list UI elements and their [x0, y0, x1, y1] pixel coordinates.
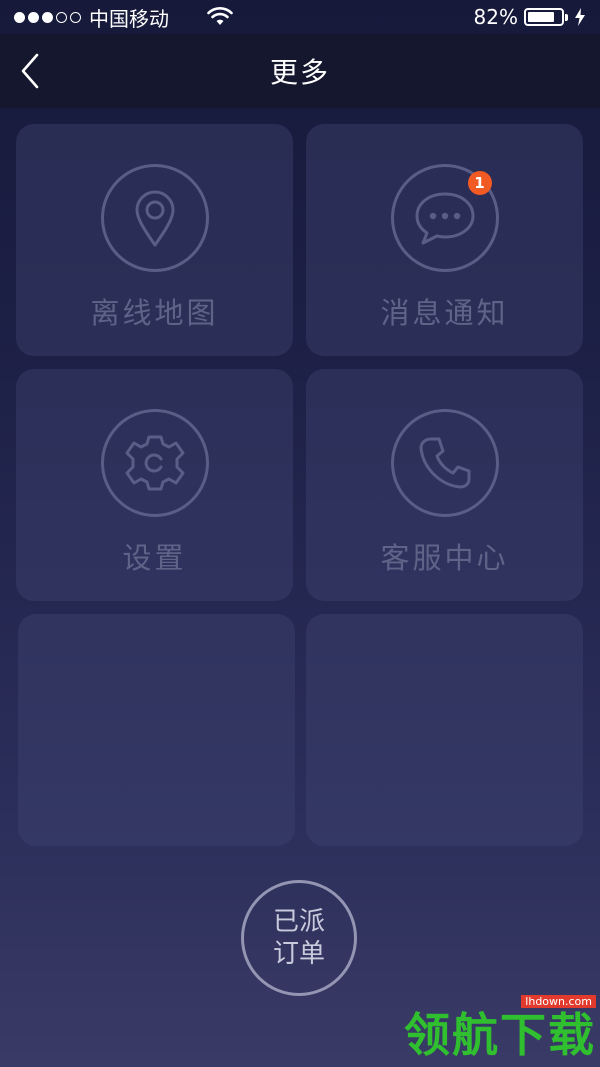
tile-settings[interactable]: 设置 [16, 369, 293, 601]
status-right: 82% [474, 5, 586, 29]
page-title: 更多 [269, 56, 330, 89]
map-pin-icon [135, 190, 174, 247]
tile-offline-map[interactable]: 离线地图 [16, 124, 293, 356]
status-bar: 中国移动 82% [0, 0, 600, 34]
tile-icon-circle [390, 409, 499, 517]
back-button[interactable] [10, 46, 50, 96]
tile-icon-circle [100, 164, 209, 272]
chevron-left-icon [21, 53, 39, 89]
tile-label: 设置 [122, 541, 187, 575]
tile-icon-circle: 1 [390, 164, 499, 272]
battery-percent: 82% [473, 5, 518, 29]
fab-label-line2: 订单 [272, 939, 325, 969]
tile-empty [306, 614, 583, 846]
wifi-icon [207, 7, 233, 25]
tile-icon-circle [100, 409, 209, 517]
status-left: 中国移动 [14, 3, 233, 32]
fab-label-line1: 已派 [272, 907, 325, 937]
battery-icon [524, 8, 568, 26]
dispatched-orders-button[interactable]: 已派 订单 [241, 880, 357, 996]
tile-label: 离线地图 [90, 296, 219, 330]
watermark-text: 领航下载 [404, 1008, 596, 1062]
signal-dot [56, 11, 67, 23]
watermark: lhdown.com 领航下载 [404, 990, 596, 1061]
chat-bubble-icon [415, 192, 474, 245]
signal-dot [70, 11, 81, 23]
notification-badge: 1 [467, 171, 492, 195]
tile-empty [18, 614, 295, 846]
signal-dot [28, 11, 39, 23]
signal-dot [14, 11, 25, 23]
tile-label: 客服中心 [380, 541, 509, 575]
battery-fill [528, 12, 555, 22]
carrier-name: 中国移动 [89, 6, 169, 31]
signal-strength-icon [14, 11, 81, 23]
phone-icon [419, 437, 470, 489]
nav-bar: 更多 [0, 34, 600, 108]
tile-customer-service[interactable]: 客服中心 [306, 369, 583, 601]
charging-bolt-icon [575, 8, 585, 26]
tile-label: 消息通知 [380, 296, 509, 330]
tile-notifications[interactable]: 1 消息通知 [306, 124, 583, 356]
watermark-url: lhdown.com [521, 995, 596, 1008]
gear-icon [125, 435, 184, 491]
signal-dot [42, 11, 53, 23]
